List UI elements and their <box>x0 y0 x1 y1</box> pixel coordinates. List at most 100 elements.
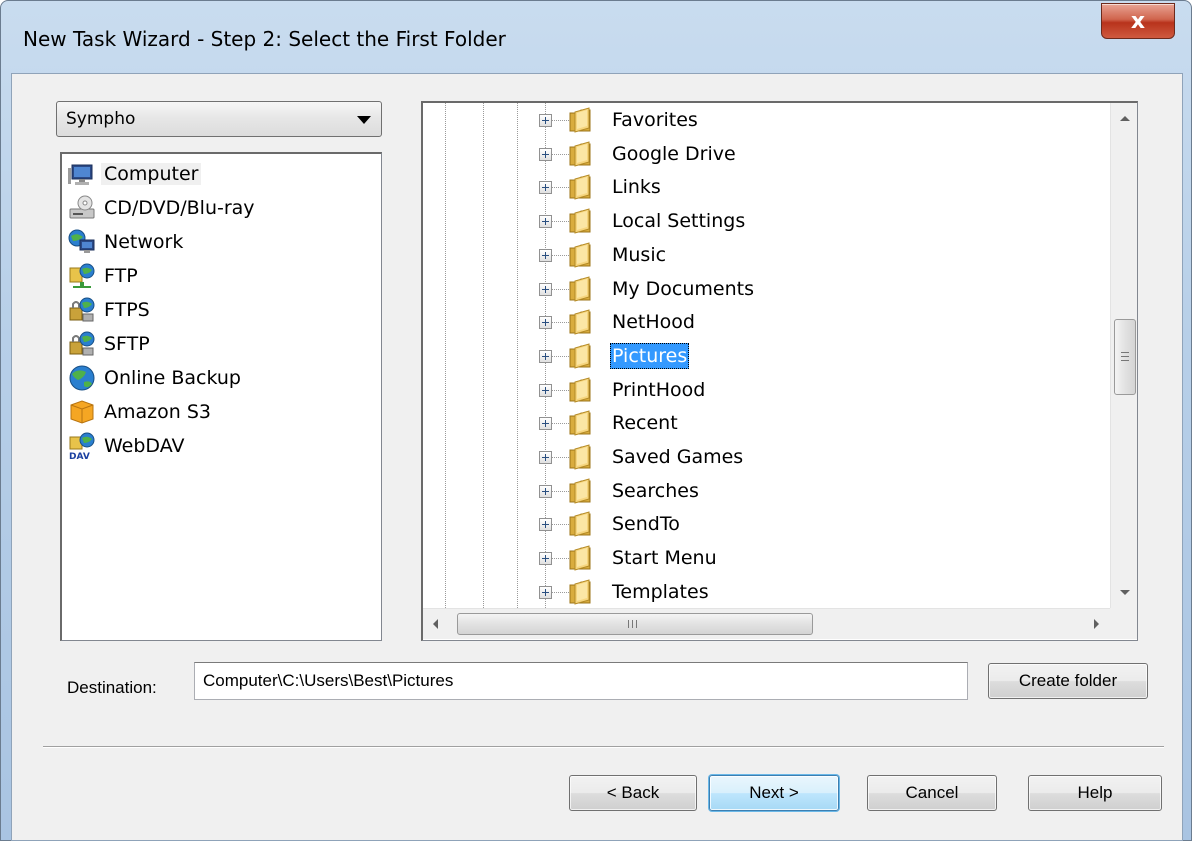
tree-item[interactable]: Links <box>423 170 1103 204</box>
folder-icon <box>569 309 591 335</box>
tree-item-label: Local Settings <box>612 210 746 233</box>
horizontal-scroll-thumb[interactable] <box>457 613 813 635</box>
folder-icon <box>569 208 591 234</box>
scroll-down-icon[interactable] <box>1120 590 1130 595</box>
tree-connector <box>551 187 569 189</box>
folder-icon <box>569 174 591 201</box>
expand-plus-icon[interactable] <box>539 484 552 498</box>
chevron-down-icon[interactable] <box>357 116 371 124</box>
location-item-cd-dvd[interactable]: CD/DVD/Blu-ray <box>68 192 255 224</box>
cancel-button[interactable]: Cancel <box>867 775 997 811</box>
folder-icon <box>569 545 591 571</box>
expand-plus-icon[interactable] <box>539 248 552 262</box>
tree-connector <box>551 120 569 121</box>
cd-drive-icon <box>69 195 95 219</box>
folder-icon <box>569 242 591 268</box>
expand-plus-icon[interactable] <box>539 417 552 431</box>
tree-item-label: Music <box>612 243 667 266</box>
next-button[interactable]: Next > <box>709 775 839 811</box>
scroll-right-icon[interactable] <box>1094 619 1099 629</box>
location-combo[interactable]: Sympho <box>56 101 382 137</box>
location-item-network[interactable]: Network <box>68 226 183 258</box>
tree-item[interactable]: Favorites <box>423 103 1103 137</box>
tree-item[interactable]: Local Settings <box>423 204 1103 238</box>
tree-connector <box>551 524 569 526</box>
horizontal-scrollbar[interactable] <box>423 608 1110 639</box>
location-list[interactable]: Computer CD/DVD/Blu-ray Network FTP FTPS… <box>60 152 382 641</box>
tree-item[interactable]: PrintHood <box>423 373 1103 407</box>
tree-item[interactable]: Templates <box>423 575 1103 609</box>
folder-icon <box>569 275 591 302</box>
tree-connector <box>551 457 569 458</box>
help-button[interactable]: Help <box>1028 775 1162 811</box>
location-label: Computer <box>101 163 202 185</box>
tree-item-label: PrintHood <box>612 378 706 401</box>
tree-item[interactable]: Start Menu <box>423 541 1103 575</box>
tree-item[interactable]: Google Drive <box>423 137 1103 171</box>
title-bar[interactable]: New Task Wizard - Step 2: Select the Fir… <box>1 1 1191 73</box>
expand-plus-icon[interactable] <box>539 518 552 532</box>
back-button[interactable]: < Back <box>569 775 697 811</box>
tree-connector <box>551 153 569 155</box>
expand-plus-icon[interactable] <box>539 349 552 363</box>
folder-icon <box>569 478 591 504</box>
destination-label: Destination: <box>67 678 157 697</box>
expand-plus-icon[interactable] <box>539 383 552 397</box>
computer-icon <box>68 164 93 185</box>
close-button[interactable]: x <box>1101 3 1175 39</box>
expand-plus-icon[interactable] <box>539 282 552 296</box>
tree-connector <box>551 389 569 391</box>
tree-item[interactable]: Saved Games <box>423 440 1103 474</box>
tree-item[interactable]: NetHood <box>423 305 1103 339</box>
expand-plus-icon[interactable] <box>539 451 552 464</box>
tree-item-label: Recent <box>612 412 678 435</box>
location-item-sftp[interactable]: SFTP <box>68 328 150 360</box>
tree-connector <box>551 355 569 357</box>
expand-plus-icon[interactable] <box>539 552 552 566</box>
tree-connector <box>551 322 569 324</box>
tree-item-label: Google Drive <box>612 142 736 165</box>
separator <box>43 746 1164 748</box>
scroll-left-icon[interactable] <box>433 619 438 629</box>
location-label: Network <box>104 231 184 253</box>
expand-plus-icon[interactable] <box>539 181 552 195</box>
location-item-computer[interactable]: Computer <box>68 158 202 190</box>
expand-plus-icon[interactable] <box>539 316 552 330</box>
tree-item[interactable]: Searches <box>423 474 1103 508</box>
location-item-online-backup[interactable]: Online Backup <box>68 362 241 394</box>
tree-item-label: NetHood <box>612 311 695 334</box>
tree-item[interactable]: Recent <box>423 406 1103 440</box>
expand-plus-icon[interactable] <box>539 215 552 229</box>
tree-item[interactable]: My Documents <box>423 272 1103 306</box>
location-item-webdav[interactable]: DAV WebDAV <box>68 430 185 462</box>
grip-icon <box>628 620 637 628</box>
tree-item-label: Saved Games <box>612 446 744 468</box>
tree-item-label: SendTo <box>612 513 680 536</box>
folder-icon <box>569 511 591 538</box>
folder-icon <box>569 410 591 436</box>
location-label: WebDAV <box>104 435 185 457</box>
folder-tree[interactable]: Favorites Google Drive Links Local Settings… <box>421 101 1138 641</box>
tree-item-label: Links <box>612 176 661 199</box>
destination-field[interactable]: Computer\C:\Users\Best\Pictures <box>194 662 968 700</box>
vertical-scroll-thumb[interactable] <box>1114 319 1136 395</box>
location-item-ftp[interactable]: FTP <box>68 260 138 292</box>
ftp-icon <box>69 263 95 288</box>
location-label: Amazon S3 <box>104 401 211 423</box>
location-label: Online Backup <box>104 367 241 389</box>
expand-plus-icon[interactable] <box>539 147 552 161</box>
tree-item[interactable]: Pictures <box>423 339 1103 373</box>
vertical-scrollbar[interactable] <box>1110 103 1137 608</box>
expand-plus-icon[interactable] <box>539 114 552 127</box>
close-icon: x <box>1130 8 1146 34</box>
tree-connector <box>551 490 569 492</box>
create-folder-button[interactable]: Create folder <box>988 663 1148 699</box>
location-item-amazon-s3[interactable]: Amazon S3 <box>68 396 211 428</box>
expand-plus-icon[interactable] <box>539 585 552 599</box>
location-item-ftps[interactable]: FTPS <box>68 294 150 326</box>
scroll-up-icon[interactable] <box>1120 116 1130 121</box>
tree-connector <box>551 558 569 560</box>
globe-icon <box>69 365 95 391</box>
tree-item[interactable]: Music <box>423 238 1103 272</box>
tree-item[interactable]: SendTo <box>423 507 1103 541</box>
